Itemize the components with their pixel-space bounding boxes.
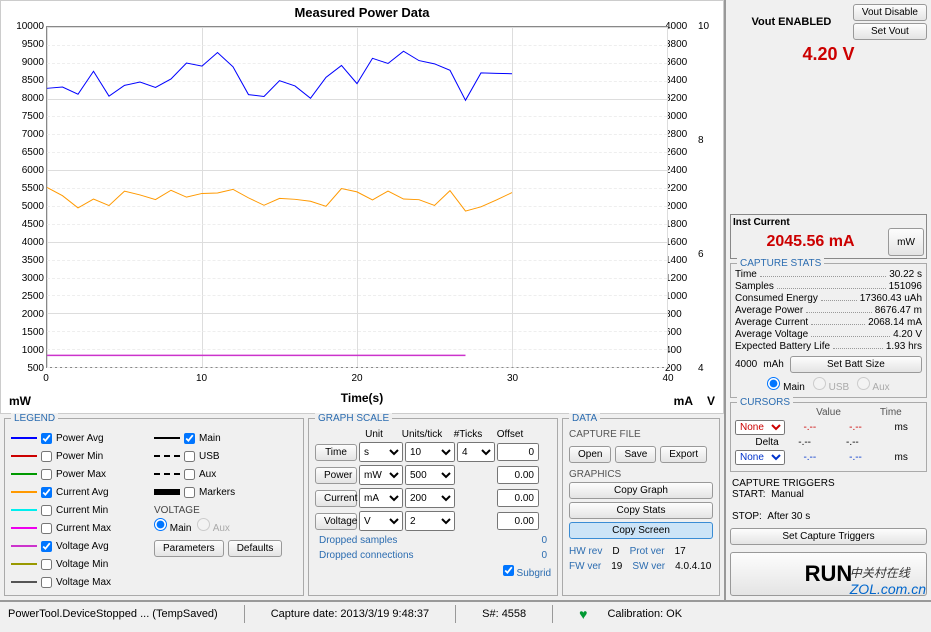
inst-current-value: 2045.56 mA	[733, 233, 888, 251]
scale-offset-1[interactable]	[497, 466, 539, 484]
src-main-radio[interactable]: Main	[767, 377, 804, 393]
chart-title: Measured Power Data	[1, 1, 723, 24]
parameters-button[interactable]: Parameters	[154, 540, 224, 557]
set-batt-button[interactable]: Set Batt Size	[790, 356, 922, 373]
defaults-button[interactable]: Defaults	[228, 540, 283, 557]
voltage-aux-radio[interactable]: Aux	[197, 518, 229, 534]
style-check-3[interactable]	[184, 487, 195, 498]
cursor2-select[interactable]: None	[735, 450, 785, 465]
scale-power-button[interactable]: Power	[315, 467, 357, 484]
scale-ticks-0[interactable]: 4	[457, 442, 495, 462]
vout-disable-button[interactable]: Vout Disable	[853, 4, 927, 21]
scale-offset-0[interactable]	[497, 443, 539, 461]
legend-check-8[interactable]	[41, 577, 52, 588]
scale-offset-3[interactable]	[497, 512, 539, 530]
copy-screen-button[interactable]: Copy Screen	[569, 522, 713, 539]
scale-offset-2[interactable]	[497, 489, 539, 507]
open-button[interactable]: Open	[569, 446, 611, 463]
heart-icon: ♥	[579, 606, 587, 622]
copy-graph-button[interactable]: Copy Graph	[569, 482, 713, 499]
legend-check-3[interactable]	[41, 487, 52, 498]
scale-voltage-button[interactable]: Voltage	[315, 513, 357, 530]
subgrid-checkbox[interactable]: Subgrid	[503, 565, 551, 579]
export-button[interactable]: Export	[660, 446, 707, 463]
scale-current-button[interactable]: Current	[315, 490, 357, 507]
status-bar: PowerTool.DeviceStopped ... (TempSaved) …	[0, 600, 931, 626]
scale-time-button[interactable]: Time	[315, 444, 357, 461]
scale-unit-2[interactable]: mA	[359, 488, 403, 508]
chart-plot-area	[46, 26, 668, 368]
copy-stats-button[interactable]: Copy Stats	[569, 502, 713, 519]
vout-status: Vout ENABLED	[730, 16, 853, 28]
style-check-0[interactable]	[184, 433, 195, 444]
set-triggers-button[interactable]: Set Capture Triggers	[730, 528, 927, 545]
capture-date: Capture date: 2013/3/19 9:48:37	[271, 608, 429, 620]
chart-area: Measured Power Data 50010001500200025003…	[0, 0, 724, 414]
legend-check-4[interactable]	[41, 505, 52, 516]
legend-panel: LEGEND Power Avg Power Min Power Max Cur…	[4, 418, 304, 596]
data-panel: DATA CAPTURE FILE Open Save Export GRAPH…	[562, 418, 720, 596]
scale-upt-2[interactable]: 200	[405, 488, 455, 508]
run-button[interactable]: RUN	[730, 552, 927, 596]
left-axis-unit: mW	[9, 394, 31, 408]
scale-unit-3[interactable]: V	[359, 511, 403, 531]
src-usb-radio: USB	[813, 377, 849, 393]
right-axis2-unit: V	[707, 394, 715, 408]
device-status: PowerTool.DeviceStopped ... (TempSaved)	[8, 608, 218, 620]
voltage-main-radio[interactable]: Main	[154, 518, 191, 534]
triggers-panel: CAPTURE TRIGGERS START: Manual STOP: Aft…	[730, 476, 927, 524]
scale-unit-1[interactable]: mW	[359, 465, 403, 485]
src-aux-radio: Aux	[857, 377, 889, 393]
calibration-status: Calibration: OK	[607, 608, 682, 620]
graph-scale-panel: GRAPH SCALE Unit Units/tick #Ticks Offse…	[308, 418, 558, 596]
scale-upt-3[interactable]: 2	[405, 511, 455, 531]
style-check-1[interactable]	[184, 451, 195, 462]
serial-number: S#: 4558	[482, 608, 526, 620]
cursors-panel: CURSORS ValueTime None -.---.--ms Delta …	[730, 402, 927, 472]
legend-check-0[interactable]	[41, 433, 52, 444]
vout-value: 4.20 V	[730, 44, 927, 210]
mw-button[interactable]: mW	[888, 228, 924, 256]
legend-check-2[interactable]	[41, 469, 52, 480]
legend-check-6[interactable]	[41, 541, 52, 552]
capture-stats-panel: CAPTURE STATS Time30.22 sSamples151096Co…	[730, 263, 927, 398]
scale-unit-0[interactable]: s	[359, 442, 403, 462]
scale-upt-0[interactable]: 10	[405, 442, 455, 462]
set-vout-button[interactable]: Set Vout	[853, 23, 927, 40]
scale-upt-1[interactable]: 500	[405, 465, 455, 485]
x-axis-label: Time(s)	[341, 391, 383, 405]
legend-check-5[interactable]	[41, 523, 52, 534]
save-button[interactable]: Save	[615, 446, 656, 463]
legend-check-1[interactable]	[41, 451, 52, 462]
cursor1-select[interactable]: None	[735, 420, 785, 435]
style-check-2[interactable]	[184, 469, 195, 480]
legend-check-7[interactable]	[41, 559, 52, 570]
right-axis1-unit: mA	[674, 394, 693, 408]
